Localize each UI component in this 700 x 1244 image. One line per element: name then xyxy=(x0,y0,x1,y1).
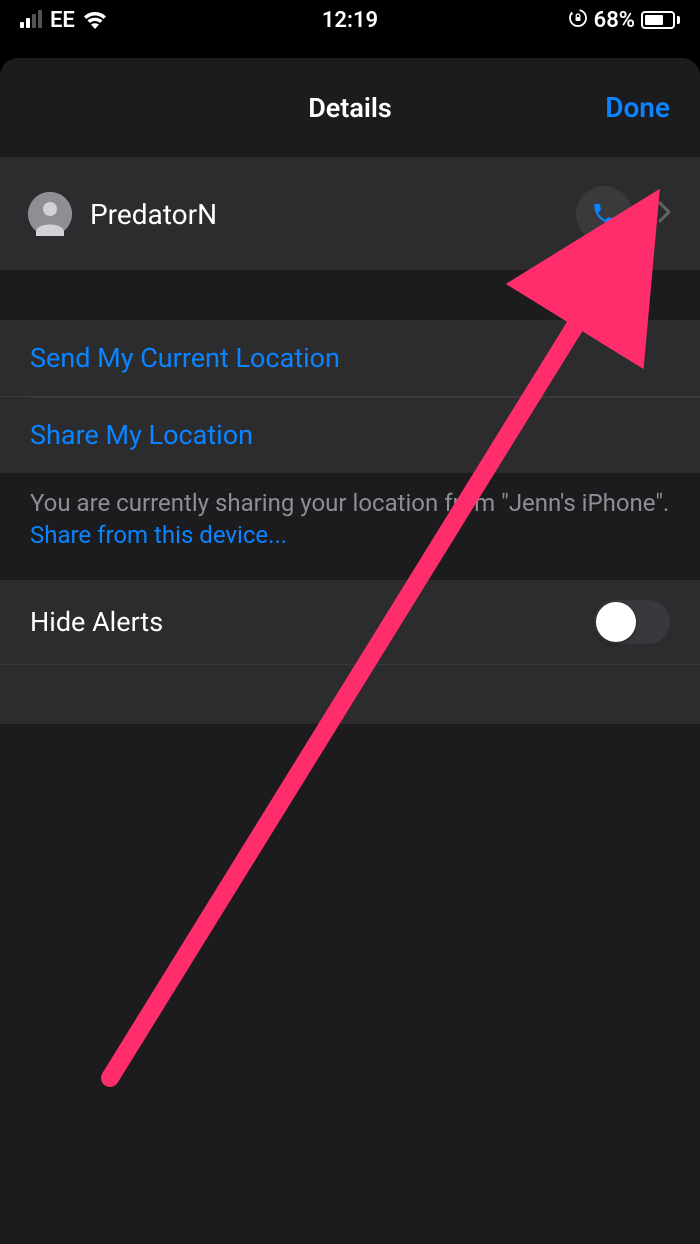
sheet-header: Details Done xyxy=(0,58,700,158)
call-button[interactable] xyxy=(576,186,632,242)
sheet-title: Details xyxy=(308,92,392,124)
wifi-icon xyxy=(83,11,107,29)
contact-avatar-icon xyxy=(28,192,72,236)
contact-row[interactable]: PredatorN xyxy=(0,158,700,270)
hide-alerts-toggle[interactable] xyxy=(594,600,670,644)
section-gap xyxy=(0,270,700,320)
status-right: 68% xyxy=(568,8,680,33)
chevron-right-icon xyxy=(658,201,672,227)
hide-alerts-label: Hide Alerts xyxy=(30,606,163,638)
share-from-device-link[interactable]: Share from this device... xyxy=(30,521,287,549)
cellular-signal-icon xyxy=(20,12,42,28)
section-bottom xyxy=(0,664,700,724)
hide-alerts-row: Hide Alerts xyxy=(0,580,700,664)
rotation-lock-icon xyxy=(568,8,588,33)
footer-text: You are currently sharing your location … xyxy=(30,489,669,517)
contact-name: PredatorN xyxy=(90,198,558,231)
share-my-location-button[interactable]: Share My Location xyxy=(0,396,700,473)
send-current-location-button[interactable]: Send My Current Location xyxy=(0,320,700,396)
done-button[interactable]: Done xyxy=(605,91,670,124)
status-time: 12:19 xyxy=(322,8,378,33)
status-left: EE xyxy=(20,8,107,33)
carrier-label: EE xyxy=(50,8,75,33)
phone-icon xyxy=(591,201,617,227)
battery-percent: 68% xyxy=(594,8,635,33)
details-sheet: Details Done PredatorN Send My Current L… xyxy=(0,58,700,1244)
location-sharing-footer: You are currently sharing your location … xyxy=(0,473,700,580)
toggle-knob xyxy=(596,602,636,642)
battery-icon xyxy=(641,11,680,29)
status-bar: EE 12:19 68% xyxy=(0,0,700,40)
